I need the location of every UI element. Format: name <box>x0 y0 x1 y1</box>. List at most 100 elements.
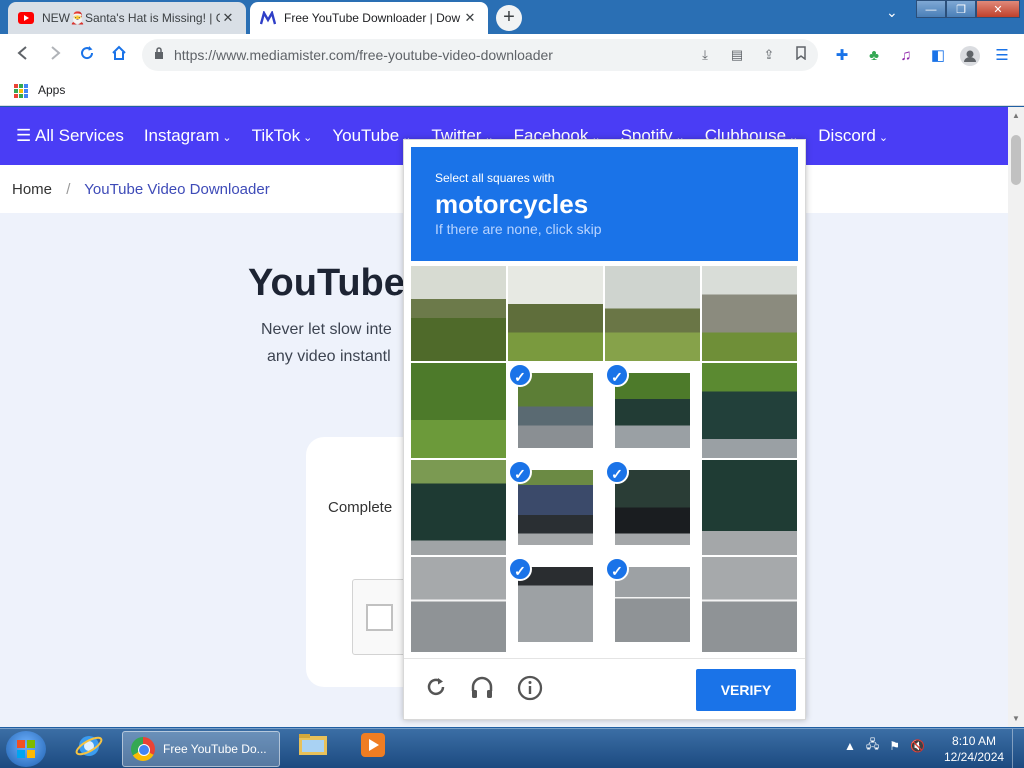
info-icon[interactable] <box>516 675 544 703</box>
nav-youtube[interactable]: YouTube ⌄ <box>332 126 411 146</box>
address-bar[interactable]: https://www.mediamister.com/free-youtube… <box>142 39 818 71</box>
reload-icon[interactable] <box>76 45 98 67</box>
extension-icon[interactable]: ♣ <box>864 46 884 66</box>
captcha-tile[interactable]: ✓ <box>508 460 603 555</box>
home-icon[interactable] <box>108 45 130 67</box>
file-explorer-icon[interactable] <box>290 732 336 766</box>
minimize-button[interactable]: — <box>916 0 946 18</box>
scroll-down-icon[interactable]: ▼ <box>1012 714 1020 723</box>
menu-kebab-icon[interactable]: ☰ <box>992 46 1012 66</box>
headphones-icon[interactable] <box>468 675 496 703</box>
profile-avatar-icon[interactable] <box>960 46 980 66</box>
captcha-tile[interactable]: ✓ <box>605 460 700 555</box>
apps-grid-icon[interactable] <box>14 84 28 98</box>
captcha-tile[interactable] <box>411 266 506 361</box>
page-scrollbar[interactable]: ▲ ▼ <box>1008 107 1024 727</box>
checkmark-icon: ✓ <box>605 460 629 484</box>
captcha-tile-image <box>615 373 690 448</box>
extensions-puzzle-icon[interactable]: ✚ <box>832 46 852 66</box>
show-desktop-button[interactable] <box>1012 729 1024 768</box>
side-panel-icon[interactable]: ◧ <box>928 46 948 66</box>
captcha-tile-image <box>411 363 506 458</box>
captcha-tile[interactable]: ✓ <box>508 557 603 652</box>
scrollbar-thumb[interactable] <box>1011 135 1021 185</box>
internet-explorer-icon[interactable] <box>66 732 112 766</box>
checkmark-icon: ✓ <box>605 557 629 581</box>
captcha-checkbox[interactable] <box>366 604 393 631</box>
captcha-tile[interactable] <box>702 266 797 361</box>
breadcrumb-current[interactable]: YouTube Video Downloader <box>84 181 269 198</box>
captcha-tile-image <box>702 460 797 555</box>
captcha-tile[interactable]: ✓ <box>605 557 700 652</box>
taskbar: Free YouTube Do... ▲ 🖧 ⚑ 🔇 8:10 AM 12/24… <box>0 728 1024 768</box>
youtube-icon <box>18 10 34 26</box>
lock-icon[interactable] <box>154 47 164 62</box>
forward-icon[interactable] <box>44 45 66 67</box>
captcha-tile-image <box>702 363 797 458</box>
page-subtitle: Never let slow inte <box>261 321 392 338</box>
close-tab-icon[interactable]: ✕ <box>220 10 236 26</box>
bookmarks-bar: Apps <box>0 76 1024 106</box>
refresh-icon[interactable] <box>422 675 450 703</box>
nav-all-services[interactable]: ☰ All Services <box>16 126 124 146</box>
captcha-tile-image <box>605 266 700 361</box>
captcha-tile[interactable]: ✓ <box>605 363 700 458</box>
new-tab-button[interactable]: + <box>496 5 522 31</box>
chevron-down-icon: ⌄ <box>303 132 313 144</box>
captcha-tile[interactable] <box>411 460 506 555</box>
close-window-button[interactable]: ✕ <box>976 0 1020 18</box>
network-icon[interactable]: 🖧 <box>866 735 879 756</box>
page-subtitle-line2: any video instantl <box>267 348 391 365</box>
close-tab-icon[interactable]: ✕ <box>462 10 478 26</box>
captcha-checkbox-widget <box>352 579 408 655</box>
apps-bookmark[interactable]: Apps <box>38 83 65 97</box>
install-icon[interactable]: ⤓ <box>696 46 714 64</box>
nav-discord[interactable]: Discord ⌄ <box>818 126 888 146</box>
nav-tiktok[interactable]: TikTok ⌄ <box>252 126 313 146</box>
reader-mode-icon[interactable]: ▤ <box>728 46 746 64</box>
clock-date: 12/24/2024 <box>944 750 1005 764</box>
nav-instagram[interactable]: Instagram ⌄ <box>144 126 232 146</box>
captcha-tile-image <box>518 567 593 642</box>
mediamister-icon <box>260 10 276 26</box>
clock[interactable]: 8:10 AM 12/24/2024 <box>944 733 1004 765</box>
captcha-tile[interactable]: ✓ <box>508 363 603 458</box>
show-hidden-icons-icon[interactable]: ▲ <box>844 739 856 753</box>
bookmark-star-icon[interactable] <box>792 46 810 64</box>
url-text[interactable]: https://www.mediamister.com/free-youtube… <box>174 47 553 63</box>
captcha-tile[interactable] <box>702 460 797 555</box>
captcha-tile-image <box>518 470 593 545</box>
verify-button[interactable]: VERIFY <box>696 669 796 711</box>
tab-search-button[interactable]: ⌄ <box>886 4 898 21</box>
chevron-down-icon: ⌄ <box>222 132 232 144</box>
captcha-tile-image <box>518 373 593 448</box>
maximize-button[interactable]: ❐ <box>946 0 976 18</box>
captcha-tile-image <box>615 470 690 545</box>
captcha-tile[interactable] <box>411 557 506 652</box>
captcha-tile[interactable] <box>411 363 506 458</box>
captcha-tile[interactable] <box>605 266 700 361</box>
scroll-up-icon[interactable]: ▲ <box>1012 111 1020 120</box>
captcha-footer: VERIFY <box>404 658 805 720</box>
media-playlist-icon[interactable]: ♫ <box>896 46 916 66</box>
captcha-tile[interactable] <box>702 363 797 458</box>
volume-muted-icon[interactable]: 🔇 <box>910 739 925 753</box>
tab-youtube-downloader[interactable]: Free YouTube Downloader | Dow ✕ <box>250 2 488 34</box>
taskbar-chrome-task[interactable]: Free YouTube Do... <box>122 731 280 767</box>
back-icon[interactable] <box>12 45 34 67</box>
captcha-instruction: Select all squares with <box>435 171 555 185</box>
windows-logo-icon <box>17 740 35 758</box>
captcha-tile-image <box>411 460 506 555</box>
media-player-icon[interactable] <box>350 732 396 766</box>
captcha-header: Select all squares with motorcycles If t… <box>411 147 798 261</box>
start-button[interactable] <box>6 731 46 767</box>
captcha-tile[interactable] <box>508 266 603 361</box>
tab-santas-hat[interactable]: NEW🎅Santa's Hat is Missing! | C ✕ <box>8 2 246 34</box>
share-icon[interactable]: ⇪ <box>760 46 778 64</box>
action-center-flag-icon[interactable]: ⚑ <box>889 739 900 753</box>
complete-captcha-text: Complete <box>328 499 393 516</box>
captcha-target: motorcycles <box>435 189 589 219</box>
captcha-tile[interactable] <box>702 557 797 652</box>
breadcrumb-home[interactable]: Home <box>12 181 52 198</box>
captcha-tile-image <box>411 557 506 652</box>
